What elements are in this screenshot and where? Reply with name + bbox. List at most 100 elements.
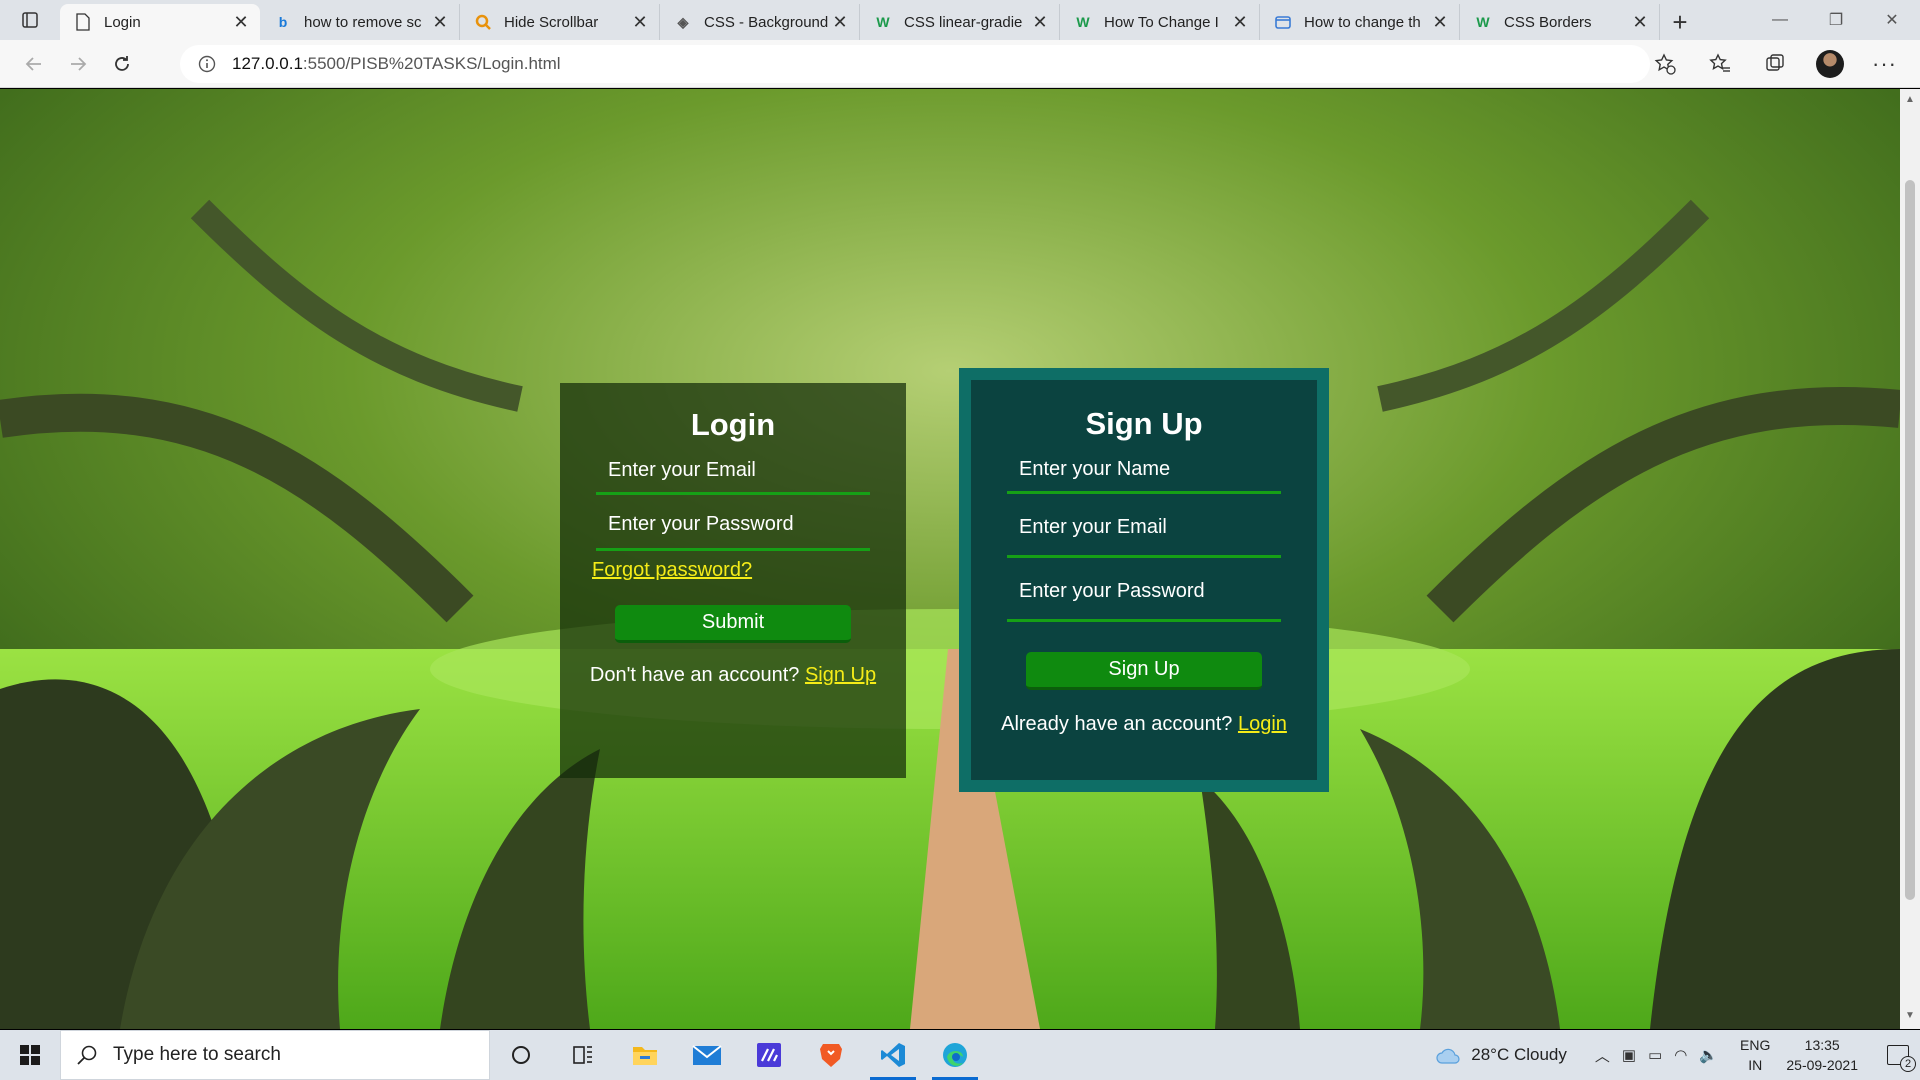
login-card: Login Forgot password? Submit Don't have… <box>560 383 906 778</box>
wifi-icon[interactable]: ◠ <box>1674 1046 1687 1064</box>
mail-button[interactable] <box>676 1030 738 1080</box>
volume-icon[interactable]: 🔈 <box>1699 1046 1718 1064</box>
signup-email-input[interactable] <box>1007 494 1281 555</box>
vscode-button[interactable] <box>862 1030 924 1080</box>
tab-how-to-change-th[interactable]: How to change th ✕ <box>1260 4 1460 40</box>
address-bar[interactable]: 127.0.0.1:5500/PISB%20TASKS/Login.html <box>180 45 1650 83</box>
tab-how-to-change-i[interactable]: W How To Change I ✕ <box>1060 4 1260 40</box>
tab-css-background[interactable]: ◈ CSS - Background ✕ <box>660 4 860 40</box>
signup-password-input[interactable] <box>1007 558 1281 619</box>
close-tab-icon[interactable]: ✕ <box>831 12 849 33</box>
brave-button[interactable] <box>800 1030 862 1080</box>
close-tab-icon[interactable]: ✕ <box>631 12 649 33</box>
tab-actions-button[interactable] <box>0 0 60 40</box>
url-host: 127.0.0.1 <box>232 54 303 73</box>
signup-title: Sign Up <box>1085 406 1203 441</box>
app-button[interactable] <box>738 1030 800 1080</box>
signup-link[interactable]: Sign Up <box>805 664 876 686</box>
clock[interactable]: 13:35 25-09-2021 <box>1786 1035 1858 1075</box>
tab-title: how to remove sc <box>304 13 422 31</box>
more-menu-button[interactable]: ··· <box>1857 44 1912 84</box>
url-path: :5500/PISB%20TASKS/Login.html <box>302 54 561 73</box>
profile-button[interactable] <box>1802 44 1857 84</box>
edge-icon <box>943 1043 967 1067</box>
folder-icon <box>633 1047 657 1065</box>
close-tab-icon[interactable]: ✕ <box>1631 12 1649 33</box>
back-button[interactable] <box>12 44 56 84</box>
login-prompt-text: Already have an account? <box>1001 713 1233 735</box>
star-plus-icon <box>1654 53 1676 75</box>
scrollbar-thumb[interactable] <box>1905 180 1915 900</box>
scroll-up-icon[interactable]: ▲ <box>1904 94 1916 106</box>
login-password-field <box>596 495 870 551</box>
login-email-field <box>596 449 870 495</box>
taskbar-search[interactable]: Type here to search <box>60 1030 490 1080</box>
app-icon <box>757 1043 781 1067</box>
language-indicator[interactable]: ENG IN <box>1740 1035 1770 1075</box>
forest-background <box>0 89 1900 1029</box>
task-view-icon <box>573 1046 592 1064</box>
close-tab-icon[interactable]: ✕ <box>232 12 250 33</box>
w3schools-icon: W <box>1076 14 1090 30</box>
favorites-button[interactable] <box>1692 44 1747 84</box>
page-viewport: Login Forgot password? Submit Don't have… <box>0 89 1900 1029</box>
notification-button[interactable]: 2 <box>1876 1045 1920 1072</box>
chevron-up-icon[interactable]: ︿ <box>1595 1045 1610 1066</box>
info-icon[interactable] <box>196 53 218 75</box>
close-tab-icon[interactable]: ✕ <box>1031 12 1049 33</box>
file-explorer-button[interactable] <box>614 1030 676 1080</box>
add-favorite-button[interactable] <box>1637 44 1692 84</box>
signup-submit-button[interactable]: Sign Up <box>1026 652 1262 690</box>
clock-date: 25-09-2021 <box>1786 1057 1858 1073</box>
battery-icon[interactable]: ▭ <box>1648 1046 1662 1064</box>
more-icon: ··· <box>1872 51 1897 76</box>
close-window-button[interactable]: ✕ <box>1864 0 1920 40</box>
minimize-button[interactable]: — <box>1752 0 1808 40</box>
diamond-icon: ◈ <box>677 13 689 30</box>
login-submit-button[interactable]: Submit <box>615 605 851 643</box>
close-tab-icon[interactable]: ✕ <box>431 12 449 33</box>
avatar <box>1815 50 1844 78</box>
login-email-input[interactable] <box>596 449 870 492</box>
cortana-icon <box>512 1046 530 1064</box>
vscode-icon <box>881 1043 905 1067</box>
tab-how-to-remove[interactable]: b how to remove sc ✕ <box>260 4 460 40</box>
tab-css-linear-gradient[interactable]: W CSS linear-gradie ✕ <box>860 4 1060 40</box>
forgot-password-link[interactable]: Forgot password? <box>592 559 906 582</box>
scroll-down-icon[interactable]: ▼ <box>1904 1010 1916 1022</box>
signup-email-field <box>1007 494 1281 558</box>
region-code: IN <box>1748 1057 1763 1073</box>
signup-prompt: Don't have an account? Sign Up <box>560 664 906 687</box>
language-code: ENG <box>1740 1037 1771 1053</box>
start-button[interactable] <box>0 1030 60 1080</box>
refresh-icon <box>115 55 129 71</box>
restore-button[interactable]: ❐ <box>1808 0 1864 40</box>
login-password-input[interactable] <box>596 495 870 548</box>
back-arrow-icon <box>25 56 41 71</box>
signup-card-inner: Sign Up Sign Up Already have an account?… <box>971 380 1317 780</box>
tab-login[interactable]: Login ✕ <box>60 4 260 40</box>
weather-widget[interactable]: 28°C Cloudy <box>1435 1045 1567 1065</box>
signup-name-input[interactable] <box>1007 448 1281 491</box>
signup-card: Sign Up Sign Up Already have an account?… <box>959 368 1329 792</box>
windows-taskbar: Type here to search 28°C Cloudy ︿ ▣ ▭ ◠ … <box>0 1030 1920 1080</box>
cortana-button[interactable] <box>490 1030 552 1080</box>
login-title: Login <box>690 407 776 442</box>
collections-button[interactable] <box>1747 44 1802 84</box>
login-link[interactable]: Login <box>1238 713 1287 735</box>
signup-password-field <box>1007 558 1281 622</box>
search-icon <box>77 1045 97 1065</box>
close-tab-icon[interactable]: ✕ <box>1231 12 1249 33</box>
tab-hide-scrollbar[interactable]: Hide Scrollbar ✕ <box>460 4 660 40</box>
tab-css-borders[interactable]: W CSS Borders ✕ <box>1460 4 1660 40</box>
forward-button[interactable] <box>56 44 100 84</box>
new-tab-button[interactable]: + <box>1660 4 1700 40</box>
meet-now-icon[interactable]: ▣ <box>1622 1046 1636 1064</box>
task-view-button[interactable] <box>552 1030 614 1080</box>
tab-title: How To Change I <box>1104 13 1219 31</box>
close-tab-icon[interactable]: ✕ <box>1431 12 1449 33</box>
collections-icon <box>1765 54 1784 71</box>
refresh-button[interactable] <box>100 44 144 84</box>
tab-title: CSS - Background <box>704 13 829 31</box>
edge-button[interactable] <box>924 1030 986 1080</box>
